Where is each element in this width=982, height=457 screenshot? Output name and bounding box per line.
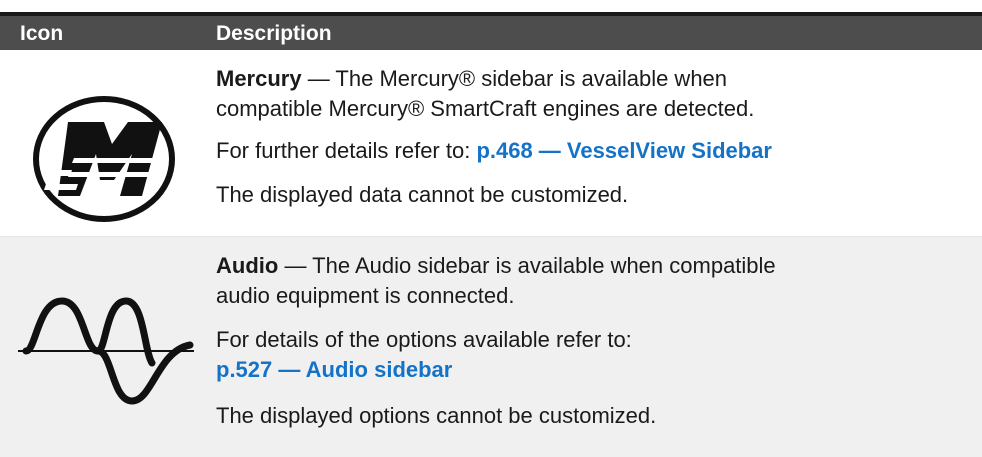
audio-description: Audio — The Audio sidebar is available w… (216, 251, 966, 431)
header-description-column: Description (216, 22, 332, 45)
table-header: Icon Description (0, 12, 982, 50)
mercury-title: Mercury (216, 66, 302, 91)
audio-sidebar-link[interactable]: p.527 — Audio sidebar (216, 357, 452, 382)
vesselview-sidebar-link[interactable]: p.468 — VesselView Sidebar (476, 138, 772, 163)
mercury-ref-prefix: For further details refer to: (216, 138, 477, 163)
table-row-audio: Audio — The Audio sidebar is available w… (0, 236, 982, 457)
mercury-logo-icon (24, 92, 184, 226)
audio-reference: p.527 — Audio sidebar (216, 355, 966, 385)
audio-title: Audio (216, 253, 279, 278)
audio-ref-prefix: For details of the options available ref… (216, 327, 632, 352)
mercury-note: The displayed data cannot be customized. (216, 182, 629, 207)
mercury-summary: Mercury — The Mercury® sidebar is availa… (216, 64, 776, 124)
audio-wave-icon (18, 293, 194, 409)
table-row-mercury: Mercury — The Mercury® sidebar is availa… (0, 50, 982, 236)
audio-summary: Audio — The Audio sidebar is available w… (216, 251, 816, 311)
mercury-reference: For further details refer to: p.468 — Ve… (216, 136, 966, 166)
audio-note: The displayed options cannot be customiz… (216, 403, 657, 428)
audio-desc-text: — The Audio sidebar is available when co… (216, 253, 776, 308)
header-icon-column: Icon (20, 22, 64, 45)
mercury-description: Mercury — The Mercury® sidebar is availa… (216, 64, 966, 210)
